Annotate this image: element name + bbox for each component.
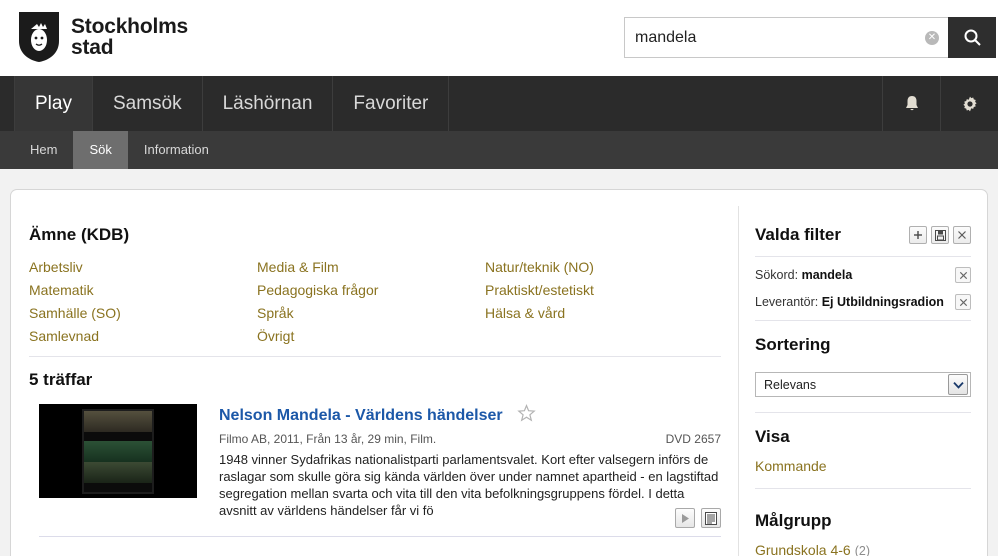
subject-link-natur-teknik[interactable]: Natur/teknik (NO): [485, 256, 713, 279]
content-card: Ämne (KDB) Arbetsliv Matematik Samhälle …: [10, 189, 988, 556]
clear-search-icon[interactable]: ✕: [925, 30, 939, 45]
result-action-buttons: [675, 508, 721, 528]
subject-link-sprak[interactable]: Språk: [257, 302, 485, 325]
subject-column-1: Arbetsliv Matematik Samhälle (SO) Samlev…: [29, 256, 257, 348]
show-divider: [755, 488, 971, 489]
result-meta-text: Filmo AB, 2011, Från 13 år, 29 min, Film…: [219, 432, 437, 446]
brand-logo[interactable]: Stockholms stad: [18, 11, 188, 63]
main-navigation: Play Samsök Läshörnan Favoriter: [0, 76, 998, 131]
gear-icon: [962, 96, 977, 111]
search-field-wrapper: ✕: [624, 17, 948, 58]
subnav-tab-information[interactable]: Information: [128, 131, 225, 169]
show-link-kommande[interactable]: Kommande: [755, 458, 827, 474]
remove-filter-leverantor-button[interactable]: [955, 294, 971, 310]
search-submit-button[interactable]: [948, 17, 996, 58]
result-thumbnail[interactable]: [39, 404, 197, 498]
sorting-heading: Sortering: [755, 335, 831, 354]
add-filter-button[interactable]: [909, 226, 927, 244]
result-description: 1948 vinner Sydafrikas nationalistparti …: [219, 452, 719, 518]
filter-label: Leverantör:: [755, 295, 819, 309]
target-group-heading: Målgrupp: [755, 511, 832, 530]
close-icon: [958, 231, 966, 239]
selected-filters-header: Valda filter: [755, 225, 971, 245]
column-divider: [738, 206, 739, 556]
document-icon: [705, 511, 717, 525]
dvd-cover-art: [82, 409, 154, 494]
subnav-tab-sok[interactable]: Sök: [73, 131, 128, 169]
target-group-count: (2): [854, 544, 870, 556]
result-shelfmark: DVD 2657: [665, 432, 721, 446]
subject-link-samlevnad[interactable]: Samlevnad: [29, 325, 257, 348]
sort-selected-value: Relevans: [764, 377, 817, 392]
result-title-link[interactable]: Nelson Mandela - Världens händelser: [219, 407, 503, 425]
selected-filters-heading: Valda filter: [755, 225, 841, 244]
details-button[interactable]: [701, 508, 721, 528]
favorite-star-icon[interactable]: [517, 404, 536, 428]
subject-link-praktiskt-estetiskt[interactable]: Praktiskt/estetiskt: [485, 279, 713, 302]
brand-line-2: stad: [71, 36, 114, 59]
filter-row-leverantor: Leverantör: Ej Utbildningsradion: [755, 294, 971, 310]
filter-label: Sökord:: [755, 268, 799, 282]
filter-row-text: Sökord: mandela: [755, 268, 852, 282]
nav-tab-samsok[interactable]: Samsök: [93, 76, 203, 131]
subject-link-arbetsliv[interactable]: Arbetsliv: [29, 256, 257, 279]
sorting-divider: [755, 412, 971, 413]
filter-value: mandela: [801, 268, 853, 282]
filter-row-sokord: Sökord: mandela: [755, 267, 971, 283]
target-group-item: Grundskola 4-6 (2): [755, 542, 870, 556]
page-root: Stockholms stad ✕ Play Samsök Läshörnan …: [0, 0, 998, 556]
close-icon: [959, 271, 967, 279]
chevron-down-icon: [948, 374, 968, 395]
sort-select[interactable]: Relevans: [755, 372, 971, 397]
sub-navigation: Hem Sök Information: [0, 131, 998, 169]
play-icon: [682, 513, 689, 523]
nav-icon-group: [882, 76, 998, 131]
filter-value: Ej Utbildningsradion: [821, 295, 944, 309]
show-heading: Visa: [755, 427, 790, 446]
remove-filter-sokord-button[interactable]: [955, 267, 971, 283]
play-button[interactable]: [675, 508, 695, 528]
subject-heading: Ämne (KDB): [29, 225, 130, 244]
bell-icon: [905, 96, 918, 111]
hits-count: 5 träffar: [29, 370, 93, 389]
filter-action-buttons: [909, 226, 971, 244]
nav-tab-play[interactable]: Play: [14, 76, 93, 131]
subject-link-matematik[interactable]: Matematik: [29, 279, 257, 302]
subject-link-ovrigt[interactable]: Övrigt: [257, 325, 485, 348]
clear-filters-button[interactable]: [953, 226, 971, 244]
subnav-tab-hem[interactable]: Hem: [14, 131, 73, 169]
save-filter-button[interactable]: [931, 226, 949, 244]
target-group-link-grundskola-4-6[interactable]: Grundskola 4-6: [755, 542, 851, 556]
search-bar: ✕: [624, 17, 996, 58]
subject-link-samhalle[interactable]: Samhälle (SO): [29, 302, 257, 325]
filters-divider-top: [755, 256, 971, 257]
top-header: Stockholms stad ✕: [0, 0, 998, 76]
subject-link-grid: Arbetsliv Matematik Samhälle (SO) Samlev…: [29, 256, 719, 348]
filter-row-text: Leverantör: Ej Utbildningsradion: [755, 295, 944, 309]
close-icon: [959, 298, 967, 306]
brand-line-1: Stockholms: [71, 15, 189, 38]
result-meta: Filmo AB, 2011, Från 13 år, 29 min, Film…: [219, 432, 721, 446]
result-divider: [39, 536, 721, 537]
search-icon: [964, 29, 981, 46]
nav-tab-list: Play Samsök Läshörnan Favoriter: [14, 76, 450, 131]
brand-text: Stockholms stad: [71, 16, 188, 58]
notifications-button[interactable]: [882, 76, 940, 131]
subject-column-3: Natur/teknik (NO) Praktiskt/estetiskt Hä…: [485, 256, 713, 348]
subject-link-halsa-vard[interactable]: Hälsa & vård: [485, 302, 713, 325]
subject-column-2: Media & Film Pedagogiska frågor Språk Öv…: [257, 256, 485, 348]
subject-link-media-film[interactable]: Media & Film: [257, 256, 485, 279]
nav-tab-favoriter[interactable]: Favoriter: [333, 76, 450, 131]
search-input[interactable]: [625, 18, 948, 57]
save-icon: [934, 229, 946, 241]
subject-divider: [29, 356, 721, 357]
plus-icon: [914, 231, 922, 239]
settings-button[interactable]: [940, 76, 998, 131]
stockholm-shield-icon: [19, 12, 59, 62]
nav-tab-lashornan[interactable]: Läshörnan: [203, 76, 334, 131]
filters-divider-bottom: [755, 320, 971, 321]
result-body: Nelson Mandela - Världens händelser Film…: [219, 404, 721, 519]
subject-link-pedagogiska-fragor[interactable]: Pedagogiska frågor: [257, 279, 485, 302]
